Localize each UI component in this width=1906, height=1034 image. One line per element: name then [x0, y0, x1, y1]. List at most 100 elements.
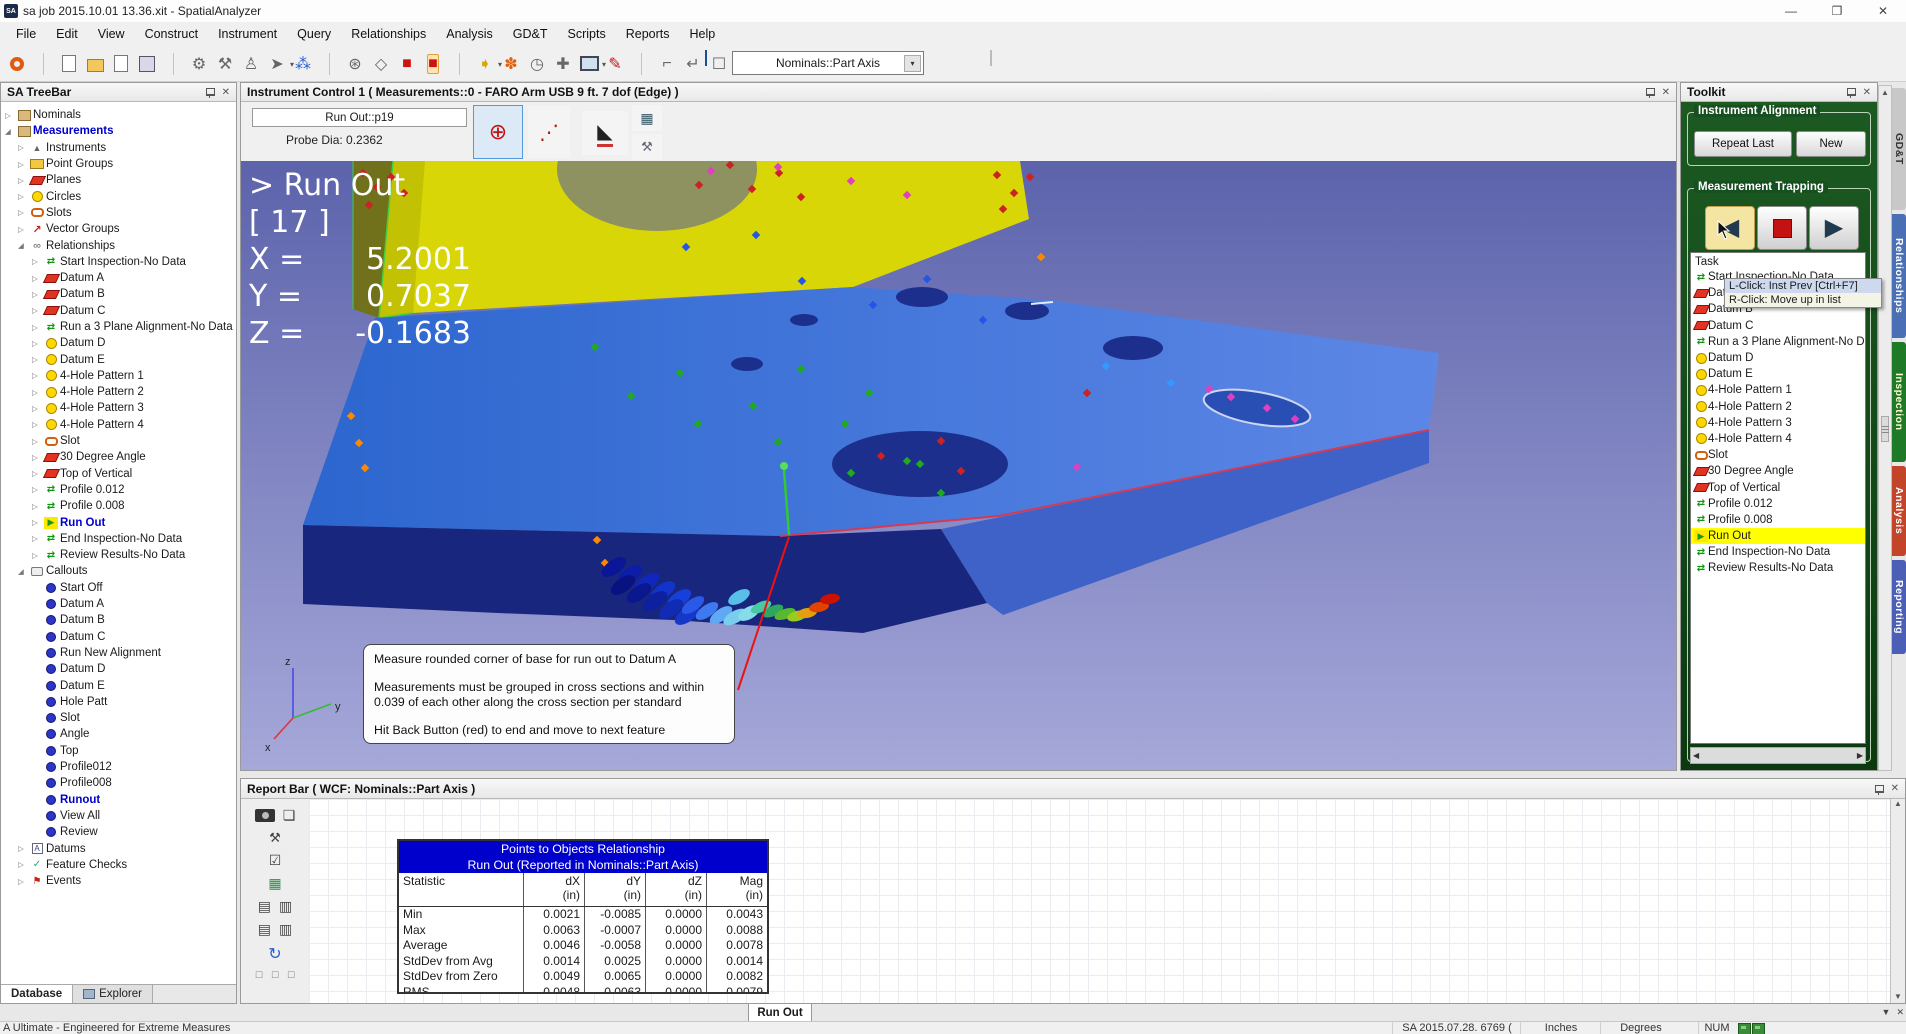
tree-item[interactable]: Start Off [1, 580, 236, 596]
menu-item[interactable]: Scripts [558, 24, 616, 44]
task-list-item[interactable]: 4-Hole Pattern 1 [1691, 382, 1865, 398]
tree-item[interactable]: ▷ Datum A [1, 270, 236, 286]
tree-item[interactable]: ▷ Top of Vertical [1, 466, 236, 482]
expander-icon[interactable]: ▷ [32, 323, 44, 332]
tree-item[interactable]: ▷ Nominals [1, 107, 236, 123]
menu-item[interactable]: Query [287, 24, 341, 44]
tree-item[interactable]: ▷ Start Inspection-No Data [1, 254, 236, 270]
task-list-item[interactable]: Datum E [1691, 366, 1865, 382]
tree-item[interactable]: Top [1, 743, 236, 759]
expander-icon[interactable]: ▷ [18, 877, 30, 886]
task-list-item[interactable]: Datum C [1691, 318, 1865, 334]
expander-icon[interactable]: ▷ [32, 388, 44, 397]
task-list-hscrollbar[interactable]: ◀ ▶ [1690, 747, 1866, 764]
toolbar-button[interactable] [576, 51, 602, 77]
task-list-item[interactable]: Profile 0.008 [1691, 512, 1865, 528]
restore-button[interactable]: ❐ [1814, 0, 1860, 22]
pin-icon[interactable] [1646, 88, 1655, 96]
tree-item[interactable]: ▷ End Inspection-No Data [1, 531, 236, 547]
minimize-button[interactable]: — [1768, 0, 1814, 22]
refresh-icon[interactable]: ↻ [268, 944, 281, 964]
tree-item[interactable]: ▷ 4-Hole Pattern 2 [1, 384, 236, 400]
new-alignment-button[interactable]: New [1796, 131, 1866, 157]
menu-item[interactable]: Help [680, 24, 726, 44]
toolbar-button[interactable] [56, 51, 82, 77]
expander-icon[interactable]: ▷ [32, 404, 44, 413]
task-list-item[interactable]: Top of Vertical [1691, 479, 1865, 495]
tree-item[interactable]: ▷ Profile 0.012 [1, 482, 236, 498]
tree-item[interactable]: Slot [1, 710, 236, 726]
single-point-button[interactable]: ⊕ [473, 105, 523, 159]
toolbar-button[interactable]: ♙ [238, 51, 264, 77]
close-icon[interactable]: ✕ [222, 87, 230, 98]
expander-icon[interactable]: ▷ [32, 502, 44, 511]
tree-item[interactable]: ▷ Feature Checks [1, 857, 236, 873]
report-tab-runout[interactable]: Run Out [748, 1004, 812, 1022]
expand-icon[interactable]: ▼ [1882, 1007, 1891, 1017]
tree-item[interactable]: ▷ Run Out [1, 514, 236, 530]
fit-view-icon[interactable]: ▦ [268, 875, 281, 892]
tree-item[interactable]: ◢ Callouts [1, 563, 236, 579]
tree-item[interactable]: ▷ 4-Hole Pattern 3 [1, 400, 236, 416]
tree-item[interactable]: ▷ Vector Groups [1, 221, 236, 237]
expander-icon[interactable]: ▷ [18, 160, 30, 169]
toolbar-button[interactable] [82, 51, 108, 77]
tree-item[interactable]: ▷ 4-Hole Pattern 1 [1, 368, 236, 384]
expander-icon[interactable]: ▷ [32, 534, 44, 543]
toolbar-button[interactable]: ◇ [368, 51, 394, 77]
tree-item[interactable]: ▷ Datum B [1, 286, 236, 302]
task-list-item[interactable]: 4-Hole Pattern 2 [1691, 399, 1865, 415]
task-list-item[interactable]: 30 Degree Angle [1691, 463, 1865, 479]
tree-item[interactable]: Profile012 [1, 759, 236, 775]
task-list-item[interactable]: Run Out [1691, 528, 1865, 544]
toolbar-button[interactable] [316, 51, 342, 77]
wcf-combo[interactable]: Nominals::Part Axis ▾ [732, 51, 924, 75]
toolbar-button[interactable] [4, 51, 30, 77]
task-list-item[interactable]: Review Results-No Data [1691, 560, 1865, 576]
scroll-right-icon[interactable]: ▶ [1857, 751, 1863, 760]
task-list-item[interactable]: Run a 3 Plane Alignment-No Dat [1691, 334, 1865, 350]
tree-item[interactable]: ▷ Instruments [1, 140, 236, 156]
close-button[interactable]: ✕ [1860, 0, 1906, 22]
side-tab[interactable]: Analysis [1892, 466, 1906, 556]
tree-item[interactable]: ▷ Planes [1, 172, 236, 188]
toolbar-button[interactable]: ■ [420, 51, 446, 77]
side-tab[interactable]: Inspection [1892, 342, 1906, 462]
task-list-item[interactable]: Profile 0.012 [1691, 496, 1865, 512]
report-stack-icon[interactable]: ▥ [279, 898, 292, 915]
task-list-item[interactable]: 4-Hole Pattern 3 [1691, 415, 1865, 431]
expander-icon[interactable]: ▷ [18, 860, 30, 869]
scroll-up-icon[interactable]: ▲ [1879, 88, 1891, 97]
expander-icon[interactable]: ▷ [18, 208, 30, 217]
pin-icon[interactable] [206, 88, 215, 96]
tab-explorer[interactable]: Explorer [73, 985, 153, 1003]
checkbox-icon[interactable]: ☐ [255, 970, 263, 981]
close-icon[interactable]: ✕ [1662, 87, 1670, 98]
expander-icon[interactable]: ▷ [18, 225, 30, 234]
tree-item[interactable]: Datum C [1, 629, 236, 645]
checkbox-icon[interactable]: ☐ [287, 970, 295, 981]
tree-item[interactable]: ▷ Datum E [1, 351, 236, 367]
toolbar-button[interactable]: ⚙ [186, 51, 212, 77]
report-settings-icon[interactable]: ⚒ [269, 830, 281, 846]
toolbar-button[interactable] [108, 51, 134, 77]
status-angles[interactable]: Degrees [1600, 1022, 1681, 1034]
toolbar-button[interactable] [160, 51, 186, 77]
report-canvas[interactable]: Points to Objects Relationship Run Out (… [309, 799, 1891, 1003]
toolbar-button[interactable]: ➤ [264, 51, 290, 77]
close-icon[interactable]: ✕ [1863, 87, 1871, 98]
tree-item[interactable]: ▷ Events [1, 873, 236, 889]
tree-item[interactable]: ▷ Point Groups [1, 156, 236, 172]
tree-item[interactable]: ▷ Datums [1, 840, 236, 856]
toolbar-button[interactable]: ⊛ [342, 51, 368, 77]
expander-icon[interactable]: ▷ [18, 844, 30, 853]
task-list[interactable]: Task Start Inspection-No Data Datum A [1690, 252, 1866, 744]
expander-icon[interactable]: ◢ [18, 567, 30, 576]
task-list-item[interactable]: Slot [1691, 447, 1865, 463]
toolbar-button[interactable]: ↵ [680, 51, 706, 77]
toolbar-button[interactable] [30, 51, 56, 77]
tree-item[interactable]: Profile008 [1, 775, 236, 791]
tree-item[interactable]: ◢ Measurements [1, 123, 236, 139]
tree-item[interactable]: ▷ 30 Degree Angle [1, 449, 236, 465]
toolbar-button[interactable]: ✽ [498, 51, 524, 77]
